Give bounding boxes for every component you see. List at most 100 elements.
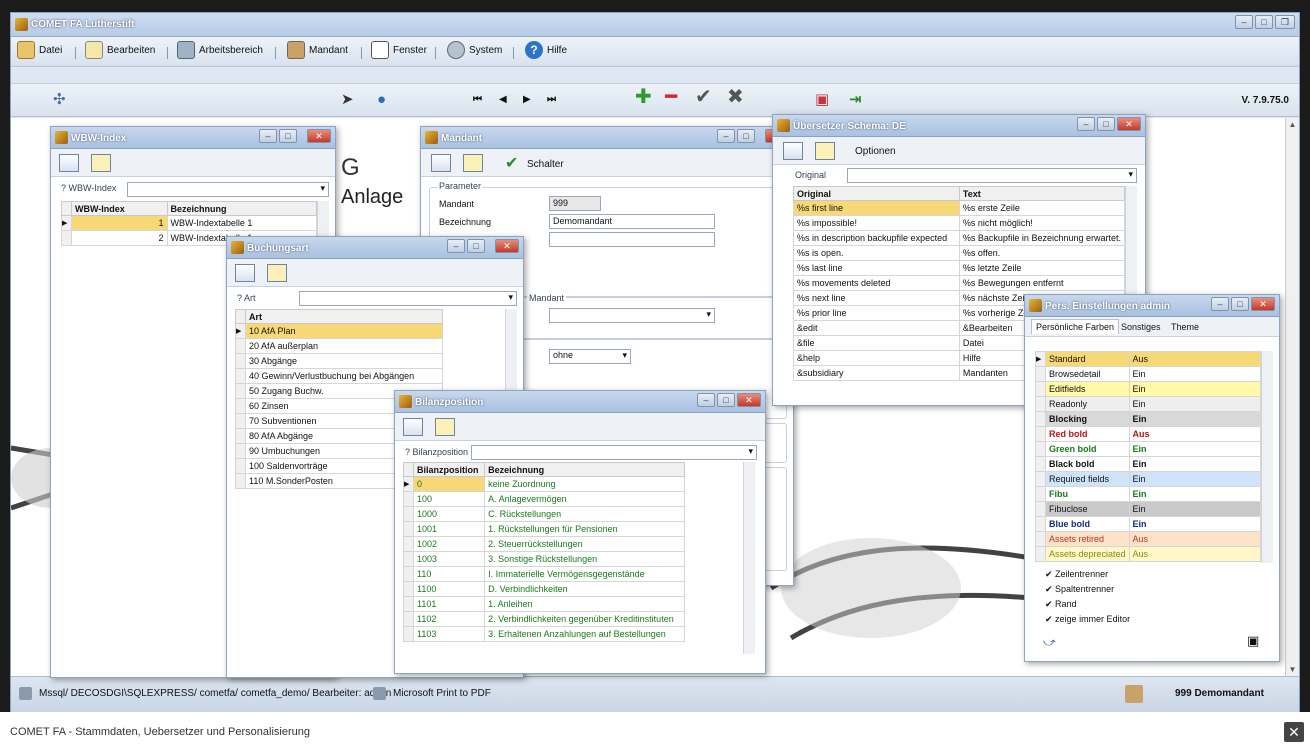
minimize-button[interactable]: – <box>717 129 735 143</box>
cell[interactable]: 2. Verbindlichkeiten gegenüber Kreditins… <box>484 611 685 627</box>
cell[interactable]: C. Rückstellungen <box>484 506 685 522</box>
table-view-icon[interactable] <box>783 142 803 160</box>
edit-view-icon[interactable] <box>267 264 287 282</box>
table-row[interactable]: Green bold Ein <box>1035 441 1262 457</box>
table-row[interactable]: Editfields Ein <box>1035 381 1262 397</box>
edit-view-icon[interactable] <box>463 154 483 172</box>
maximize-button[interactable]: □ <box>717 393 735 407</box>
table-row[interactable]: ▶ 10 AfA Plan <box>235 323 443 339</box>
cell[interactable]: &help <box>793 350 960 366</box>
color-state-cell[interactable]: Ein <box>1128 501 1262 517</box>
table-row[interactable]: Fibu Ein <box>1035 486 1262 502</box>
cell[interactable]: 30 Abgänge <box>245 353 443 369</box>
cell[interactable]: 2. Steuerrückstellungen <box>484 536 685 552</box>
menu-hilfe[interactable]: Hilfe <box>547 45 567 56</box>
maximize-button[interactable]: □ <box>1097 117 1115 131</box>
table-row[interactable]: 1000 C. Rückstellungen <box>403 506 685 522</box>
color-name-cell[interactable]: Assets depreciated <box>1045 546 1130 562</box>
exit-icon[interactable]: ⇥ <box>849 92 862 108</box>
color-state-cell[interactable]: Aus <box>1128 426 1262 442</box>
close-button[interactable]: ✕ <box>1251 297 1275 311</box>
cell[interactable]: &edit <box>793 320 960 336</box>
close-icon[interactable]: ✕ <box>1284 722 1304 742</box>
save-icon[interactable]: ▣ <box>1247 633 1259 649</box>
close-button[interactable]: ✕ <box>495 239 519 253</box>
cell[interactable]: %s offen. <box>958 245 1125 261</box>
table-row[interactable]: 1102 2. Verbindlichkeiten gegenüber Kredi… <box>403 611 685 627</box>
color-state-cell[interactable]: Ein <box>1128 516 1262 532</box>
edit-view-icon[interactable] <box>435 418 455 436</box>
table-row[interactable]: 1002 2. Steuerrückstellungen <box>403 536 685 552</box>
cell[interactable]: %s Backupfile in Bezeichnung erwartet. <box>958 230 1125 246</box>
bezeichnung2-field[interactable] <box>549 232 715 247</box>
cell[interactable]: 20 AfA außerplan <box>245 338 443 354</box>
filter-select[interactable]: ▾ <box>127 182 329 197</box>
bezeichnung-field[interactable]: Demomandant <box>549 214 715 229</box>
table-row[interactable]: 1100 D. Verbindlichkeiten <box>403 581 685 597</box>
close-button[interactable]: ✕ <box>1117 117 1141 131</box>
color-name-cell[interactable]: Green bold <box>1045 441 1130 457</box>
grid-scrollbar[interactable] <box>743 462 755 654</box>
cell[interactable]: 40 Gewinn/Verlustbuchung bei Abgängen <box>245 368 443 384</box>
color-name-cell[interactable]: Fibuclose <box>1045 501 1130 517</box>
cell[interactable]: %s erste Zeile <box>958 200 1125 216</box>
checkbox-0[interactable]: ✔ Zeilentrenner <box>1045 569 1108 580</box>
table-row[interactable]: 100 A. Anlagevermögen <box>403 491 685 507</box>
table-view-icon[interactable] <box>59 154 79 172</box>
table-row[interactable]: Blue bold Ein <box>1035 516 1262 532</box>
edit-view-icon[interactable] <box>91 154 111 172</box>
table-view-icon[interactable] <box>403 418 423 436</box>
cell[interactable]: keine Zuordnung <box>484 476 685 492</box>
prev-record-button[interactable]: ◀ <box>499 92 507 108</box>
cell[interactable]: 2 <box>71 230 168 246</box>
table-row[interactable]: 20 AfA außerplan <box>235 338 443 354</box>
cell[interactable]: &subsidiary <box>793 365 960 381</box>
cell[interactable]: 1. Rückstellungen für Pensionen <box>484 521 685 537</box>
refresh-icon[interactable]: ● <box>377 92 386 108</box>
close-button[interactable]: ✕ <box>307 129 331 143</box>
cell[interactable]: 0 <box>412 476 486 492</box>
table-row[interactable]: Black bold Ein <box>1035 456 1262 472</box>
cell[interactable]: 1102 <box>412 611 486 627</box>
color-state-cell[interactable]: Ein <box>1128 381 1262 397</box>
filter-select[interactable]: ▾ <box>299 291 517 306</box>
checkbox-2[interactable]: ✔ Rand <box>1045 599 1077 610</box>
table-row[interactable]: 1003 3. Sonstige Rückstellungen <box>403 551 685 567</box>
cell[interactable]: 1103 <box>412 626 486 642</box>
cell[interactable]: %s last line <box>793 260 960 276</box>
minimize-button[interactable]: – <box>447 239 465 253</box>
color-state-cell[interactable]: Ein <box>1128 471 1262 487</box>
table-row[interactable]: Red bold Aus <box>1035 426 1262 442</box>
status-printer[interactable]: Microsoft Print to PDF <box>393 688 491 699</box>
cell[interactable]: 1100 <box>412 581 486 597</box>
filter-select[interactable]: ▾ <box>471 445 757 460</box>
color-name-cell[interactable]: Blue bold <box>1045 516 1130 532</box>
table-row[interactable]: Assets retired Aus <box>1035 531 1262 547</box>
window-titlebar[interactable]: Pers. Einstellungen admin – □ ✕ <box>1025 295 1279 317</box>
color-state-cell[interactable]: Ein <box>1128 456 1262 472</box>
color-state-cell[interactable]: Aus <box>1128 546 1262 562</box>
cell[interactable]: 1000 <box>412 506 486 522</box>
cell[interactable]: 1101 <box>412 596 486 612</box>
cell[interactable]: 3. Erhaltenen Anzahlungen auf Bestellung… <box>484 626 685 642</box>
cell[interactable]: %s nicht möglich! <box>958 215 1125 231</box>
color-state-cell[interactable]: Ein <box>1128 441 1262 457</box>
menu-fenster[interactable]: Fenster <box>393 45 427 56</box>
add-icon[interactable]: ✚ <box>635 87 652 107</box>
maximize-button[interactable]: □ <box>737 129 755 143</box>
cell[interactable]: 1. Anleihen <box>484 596 685 612</box>
cell[interactable]: 1 <box>71 215 168 231</box>
table-view-icon[interactable] <box>431 154 451 172</box>
cell[interactable]: D. Verbindlichkeiten <box>484 581 685 597</box>
color-state-cell[interactable]: Ein <box>1128 366 1262 382</box>
color-state-cell[interactable]: Ein <box>1128 411 1262 427</box>
color-name-cell[interactable]: Black bold <box>1045 456 1130 472</box>
remove-icon[interactable]: ━ <box>665 87 677 107</box>
filter-icon[interactable]: ➤ <box>341 92 354 108</box>
cell[interactable]: 10 AfA Plan <box>245 323 443 339</box>
table-row[interactable]: %s first line %s erste Zeile <box>793 200 1125 216</box>
color-name-cell[interactable]: Red bold <box>1045 426 1130 442</box>
window-titlebar[interactable]: Übersetzer Schema: DE – □ ✕ <box>773 115 1145 137</box>
col-bezeichnung[interactable]: Bezeichnung <box>484 462 685 477</box>
tab-theme[interactable]: Theme <box>1171 322 1199 332</box>
